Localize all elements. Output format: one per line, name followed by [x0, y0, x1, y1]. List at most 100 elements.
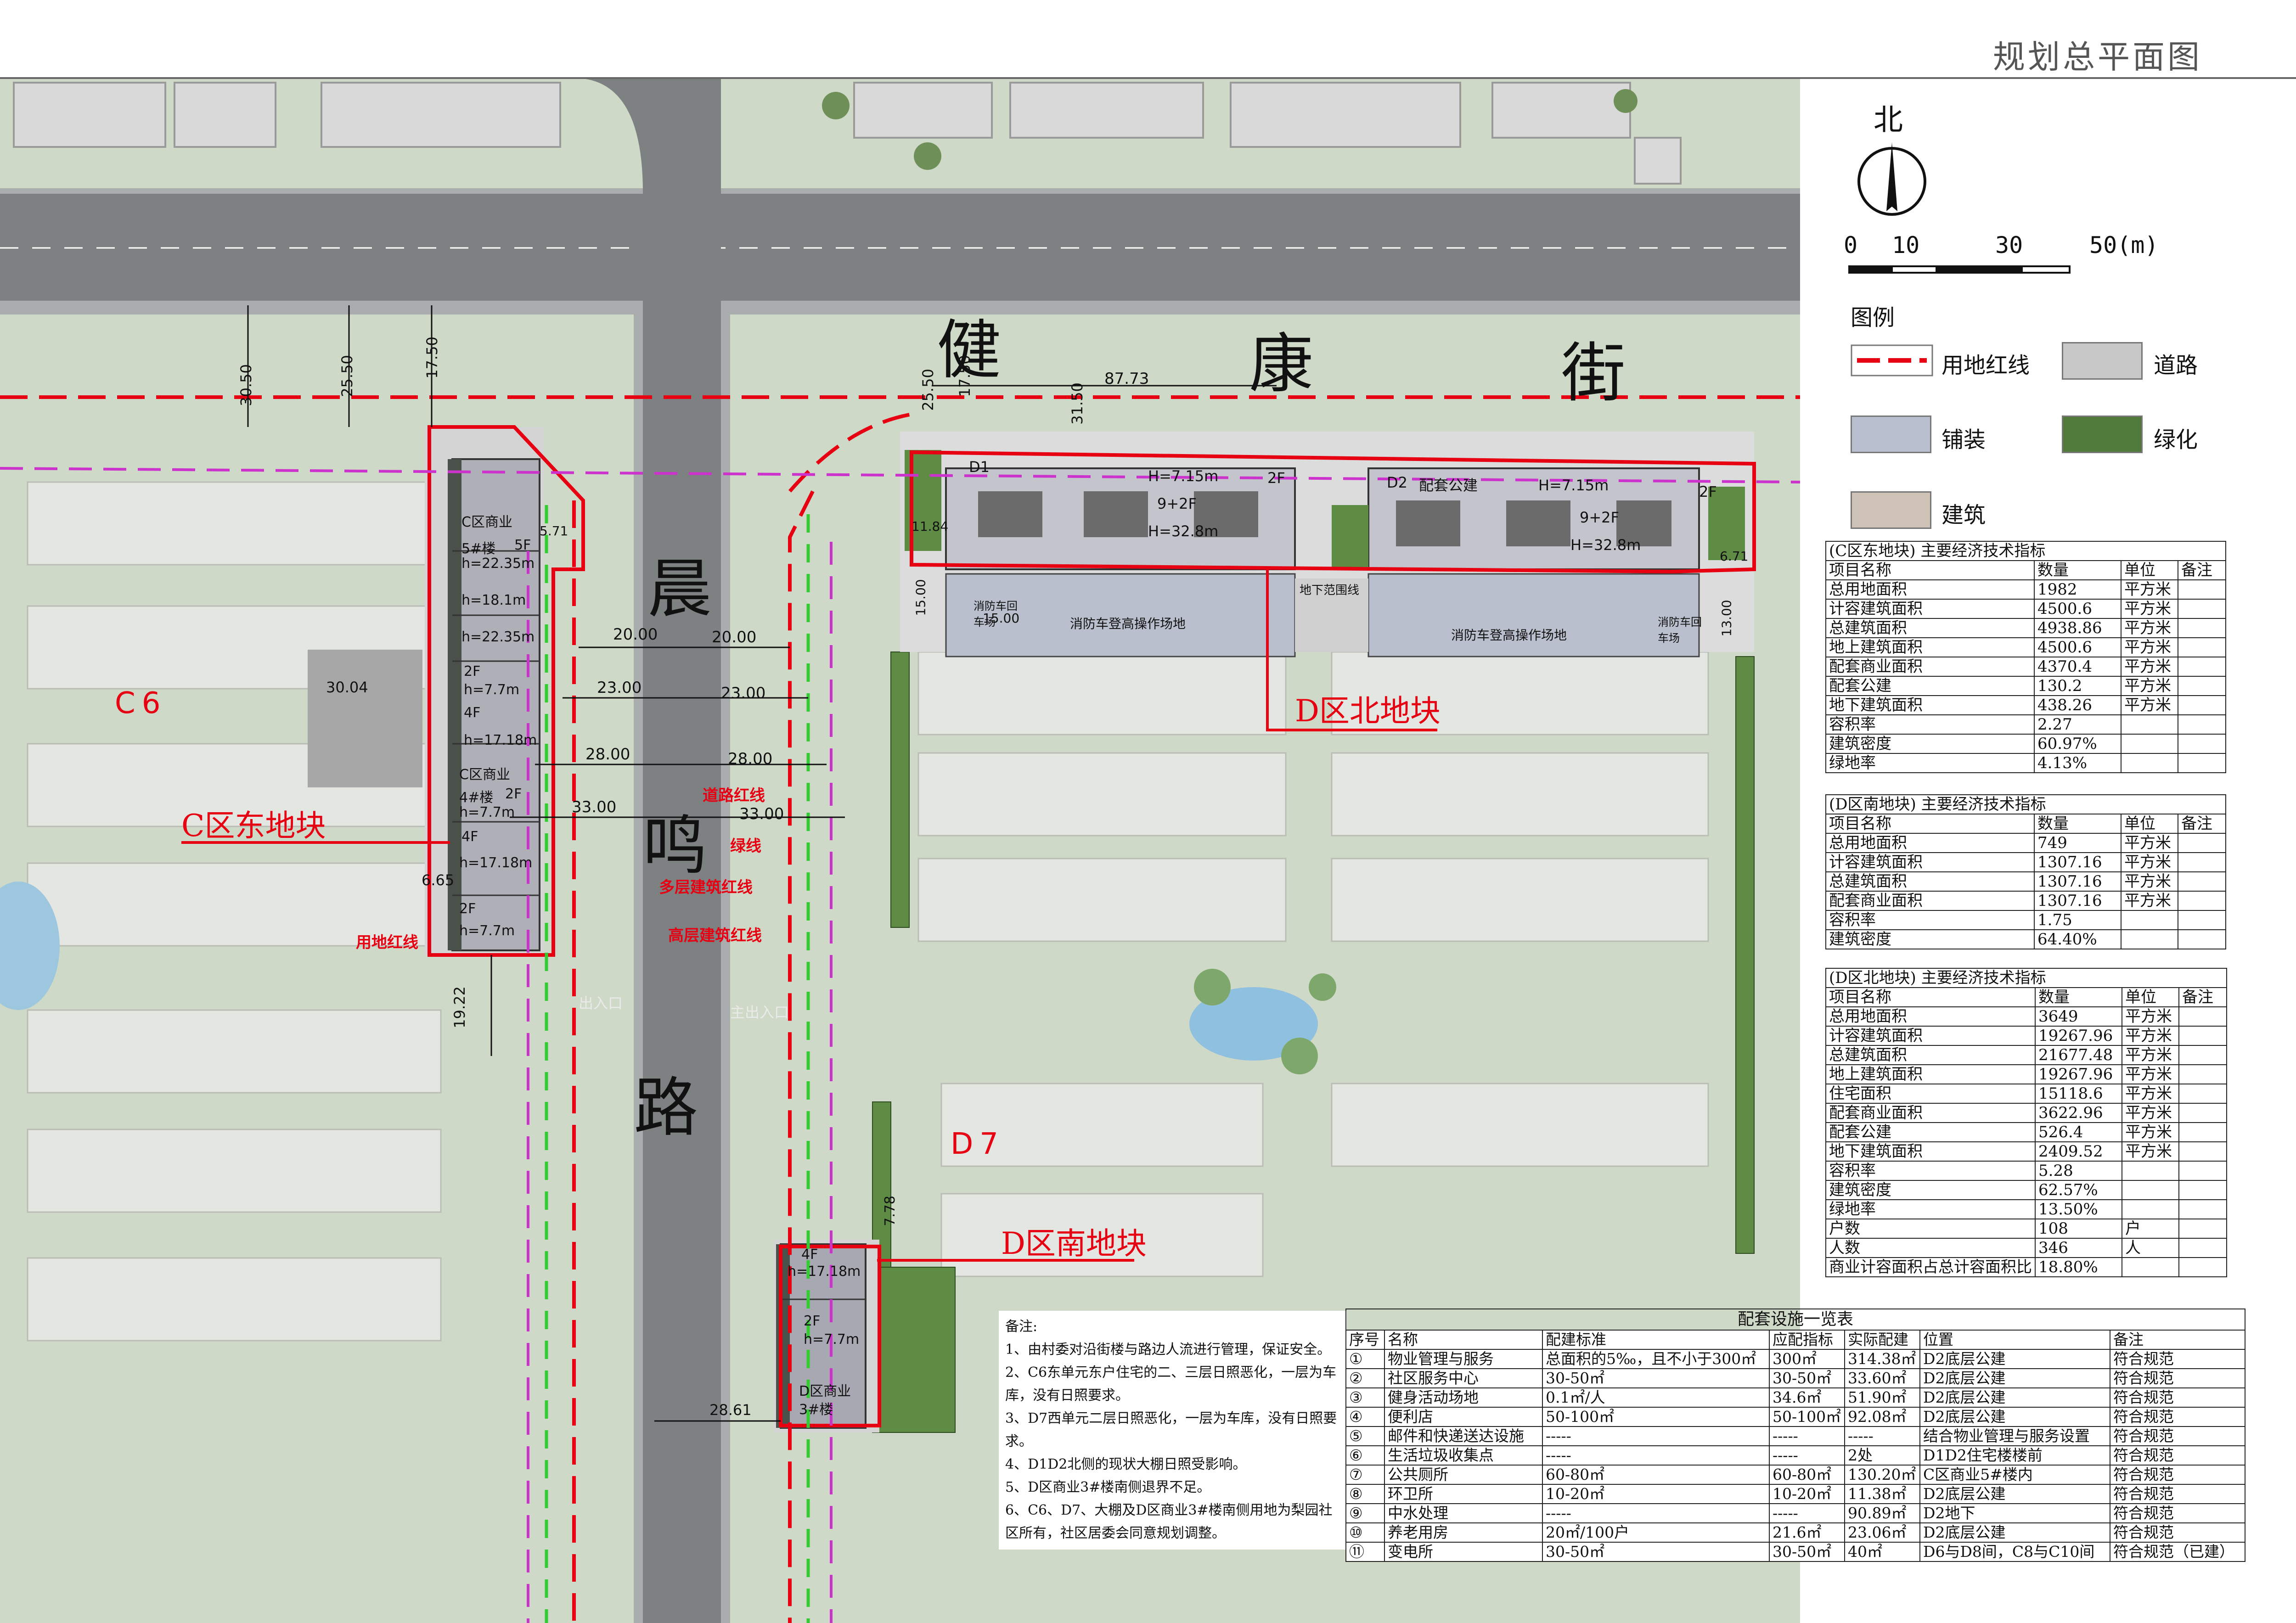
bldg-label: H=7.15m	[1148, 467, 1219, 485]
table-cell	[2178, 1026, 2227, 1046]
table-cell: 符合规范	[2110, 1503, 2245, 1523]
table-cell: 计容建筑面积	[1825, 599, 2035, 619]
table-header-cell: 实际配建	[1844, 1330, 1920, 1350]
table-cell: 平方米	[2121, 637, 2178, 657]
scale-tick: 50(m)	[2089, 232, 2159, 258]
table-cell: 地上建筑面积	[1825, 1064, 2036, 1084]
table-cell: 平方米	[2122, 1026, 2179, 1046]
table-cell: 便利店	[1384, 1407, 1543, 1427]
bldg-label: 2F	[505, 786, 522, 802]
table-header-cell: 项目名称	[1825, 814, 2035, 834]
bldg-label: D2	[1387, 474, 1407, 491]
table-row: 总用地面积 1982 平方米	[1825, 579, 2226, 600]
table-row: ⑥ 生活垃圾收集点 ----- ----- 2处 D1D2住宅楼楼前 符合规范	[1345, 1445, 2245, 1466]
table-cell: 4.13%	[2034, 753, 2122, 773]
table-row: 地下建筑面积 438.26 平方米	[1825, 695, 2226, 715]
table-cell: 总建筑面积	[1825, 618, 2035, 638]
table-header-cell: 单位	[2122, 987, 2179, 1007]
bldg-label: 配套公建	[1419, 477, 1478, 494]
table-header-cell: 项目名称	[1825, 987, 2036, 1007]
table-cell: 1307.16	[2034, 871, 2122, 892]
table-cell: 50-100㎡	[1769, 1407, 1845, 1427]
table-cell: 21.6㎡	[1769, 1522, 1845, 1543]
table-cell: 11.38㎡	[1844, 1484, 1920, 1504]
table-row: 计容建筑面积 19267.96 平方米	[1825, 1026, 2227, 1046]
table-cell: 容积率	[1825, 910, 2035, 930]
bldg-label: h=17.18m	[788, 1264, 861, 1280]
note-item: 5、D区商业3#楼南侧退界不足。	[1005, 1479, 1211, 1495]
table-cell: 51.90㎡	[1844, 1387, 1920, 1408]
table-cell	[2178, 871, 2226, 892]
dim-label: 17.50	[423, 337, 441, 379]
table-cell: 21677.48	[2035, 1045, 2122, 1065]
table-cell: 配套商业面积	[1825, 657, 2035, 677]
table-cell: 40㎡	[1844, 1542, 1920, 1562]
table-header-cell: 应配指标	[1769, 1330, 1845, 1350]
table-cell: 人数	[1825, 1238, 2036, 1258]
table-cell: ⑥	[1345, 1445, 1385, 1466]
dim-label: 30.04	[326, 679, 368, 696]
dim-label: 6.71	[1720, 549, 1749, 564]
table-row: 容积率 1.75	[1825, 910, 2226, 930]
table-row: ② 社区服务中心 30-50㎡ 30-50㎡ 33.60㎡ D2底层公建 符合规范	[1345, 1368, 2245, 1388]
bldg-label: D区商业	[799, 1383, 851, 1399]
bldg-label: 消防车回车场	[1658, 616, 1702, 645]
table-cell: -----	[1769, 1426, 1845, 1446]
table-cell: ⑩	[1345, 1522, 1385, 1543]
table-cell: 平方米	[2121, 695, 2178, 715]
table-cell: 平方米	[2122, 1064, 2179, 1084]
table-row: 绿地率 13.50%	[1825, 1199, 2227, 1219]
table-cell: 符合规范	[2110, 1465, 2245, 1485]
table-cell: -----	[1769, 1503, 1845, 1523]
line-label-multi: 多层建筑红线	[659, 878, 753, 897]
bldg-label: 5#楼	[461, 541, 496, 557]
legend-swatch-paving	[1851, 416, 1931, 453]
bldg-label: H=32.8m	[1570, 536, 1641, 554]
table-cell: 749	[2034, 833, 2122, 853]
notes-title: 备注:	[1005, 1319, 1038, 1335]
table-cell: 4370.4	[2034, 657, 2122, 677]
legend-swatch-red-line	[1851, 344, 1933, 376]
table-cell: D2底层公建	[1919, 1484, 2110, 1504]
note-item: 3、D7西单元二层日照恶化，一层为车库，没有日照要求。	[1005, 1410, 1337, 1449]
table-cell: 60-80㎡	[1769, 1465, 1845, 1485]
table-cell: ⑧	[1345, 1484, 1385, 1504]
table-cell	[2178, 929, 2226, 949]
table-cell: 13.50%	[2035, 1199, 2122, 1219]
dim-label: 33.00	[739, 805, 784, 823]
table-cell: 平方米	[2121, 852, 2178, 872]
parcel-label-c-east: C区东地块	[181, 808, 326, 843]
table-row: 建筑密度 64.40%	[1825, 929, 2226, 949]
table-cell: -----	[1542, 1503, 1770, 1523]
table-cell: 配套商业面积	[1825, 1103, 2036, 1123]
table-cell: 变电所	[1384, 1542, 1543, 1562]
table-cell: D6与D8间，C8与C10间	[1919, 1542, 2110, 1562]
table-row: ④ 便利店 50-100㎡ 50-100㎡ 92.08㎡ D2底层公建 符合规范	[1345, 1407, 2245, 1427]
table-header-cell: 配建标准	[1542, 1330, 1770, 1350]
bldg-label: 4#楼	[459, 790, 494, 806]
table-cell: 1982	[2034, 579, 2122, 600]
table-cell	[2178, 695, 2226, 715]
dim-label: 31.50	[1068, 382, 1086, 425]
bldg-label: h=7.7m	[464, 682, 520, 698]
bldg-label: C区商业	[459, 767, 510, 783]
bldg-label: 地下范围线	[1300, 584, 1360, 597]
table-cell	[2178, 637, 2226, 657]
table-title: (D区南地块) 主要经济技术指标	[1825, 794, 2226, 814]
scale-tick: 10	[1892, 232, 1920, 258]
table-cell: ⑪	[1345, 1542, 1385, 1562]
table-row: 计容建筑面积 1307.16 平方米	[1825, 852, 2226, 872]
dim-label: 17.50	[956, 355, 974, 397]
table-cell: 1.75	[2034, 910, 2122, 930]
table-cell: 绿地率	[1825, 1199, 2036, 1219]
table-row: 容积率 5.28	[1825, 1161, 2227, 1181]
table-cell: D2地下	[1919, 1503, 2110, 1523]
table-header-cell: 备注	[2178, 560, 2226, 580]
table-cell: D1D2住宅楼楼前	[1919, 1445, 2110, 1466]
bldg-label: h=7.7m	[804, 1331, 860, 1348]
table-cell: ⑦	[1345, 1465, 1385, 1485]
table-cell	[2178, 753, 2226, 773]
bldg-label: 2F	[464, 663, 481, 680]
table-cell: 30-50㎡	[1542, 1368, 1770, 1388]
bldg-label: h=17.18m	[459, 855, 533, 871]
